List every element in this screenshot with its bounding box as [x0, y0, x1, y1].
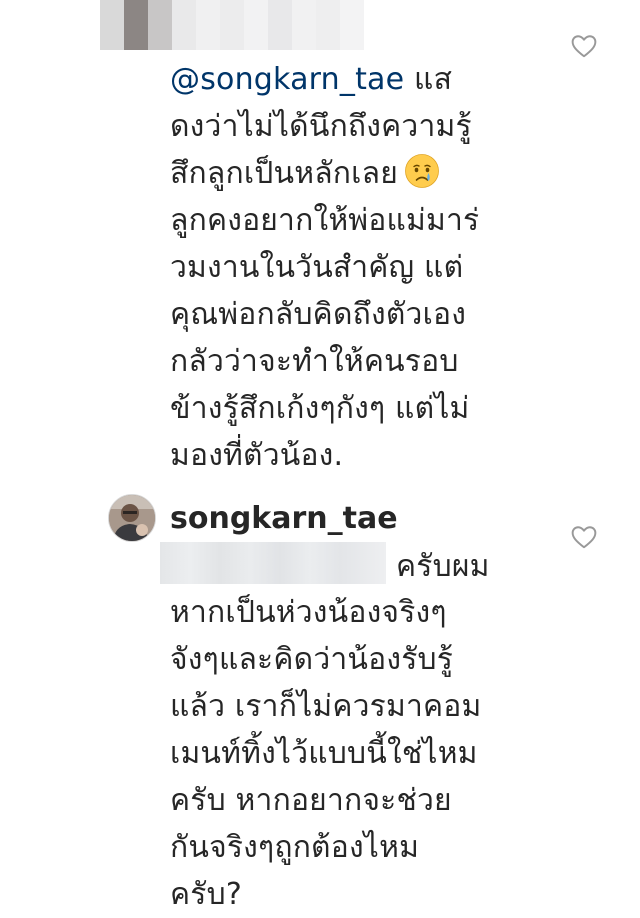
like-comment-2-button[interactable] — [571, 525, 597, 549]
comment-line: ครับผม — [160, 542, 490, 589]
comment-line: สึกลูกเป็นหลักเลย — [170, 150, 479, 197]
comment-line: ครับ หากอยากจะช่วย — [170, 783, 452, 818]
like-comment-1-button[interactable] — [571, 34, 597, 58]
blurred-mention — [160, 542, 386, 584]
comment-line: กันจริงๆถูกต้องไหม — [170, 830, 420, 865]
comment-line: คุณพ่อกลับคิดถึงตัวเอง — [170, 297, 467, 332]
heart-outline-icon — [571, 34, 597, 58]
user-avatar — [109, 495, 155, 541]
comment-line: แล้ว เราก็ไม่ควรมาคอม — [170, 689, 482, 724]
blurred-username — [100, 0, 364, 50]
comment-line: @songkarn_tae แส — [170, 62, 453, 97]
comment-line: วมงานในวันสำคัญ แต่ — [170, 250, 464, 285]
heart-outline-icon — [571, 525, 597, 549]
avatar[interactable] — [108, 494, 156, 542]
comment-1-text: @songkarn_tae แส ดงว่าไม่ได้นึกถึงความรู… — [170, 56, 479, 479]
comment-line: ดงว่าไม่ได้นึกถึงความรู้ — [170, 109, 472, 144]
comment-line: จังๆและคิดว่าน้องรับรู้ — [170, 642, 454, 677]
comment-author-username[interactable]: songkarn_tae — [170, 499, 398, 539]
comment-line: ข้างรู้สึกเก้งๆกังๆ แต่ไม่ — [170, 391, 470, 426]
comment-line: กลัวว่าจะทำให้คนรอบ — [170, 344, 459, 379]
crying-face-emoji — [404, 153, 440, 189]
comment-line: มองที่ตัวน้อง. — [170, 438, 344, 473]
comment-line: เมนท์ทิ้งไว้แบบนี้ใช่ไหม — [170, 736, 478, 771]
comment-line: ลูกคงอยากให้พ่อแม่มาร่ — [170, 203, 480, 238]
comment-thread: @songkarn_tae แส ดงว่าไม่ได้นึกถึงความรู… — [0, 0, 640, 915]
comment-line: หากเป็นห่วงน้องจริงๆ — [170, 595, 447, 630]
mention-link[interactable]: @songkarn_tae — [170, 62, 404, 97]
comment-line: ครับ? — [170, 877, 242, 912]
comment-2-text: ครับผม หากเป็นห่วงน้องจริงๆ จังๆและคิดว่… — [160, 542, 490, 918]
